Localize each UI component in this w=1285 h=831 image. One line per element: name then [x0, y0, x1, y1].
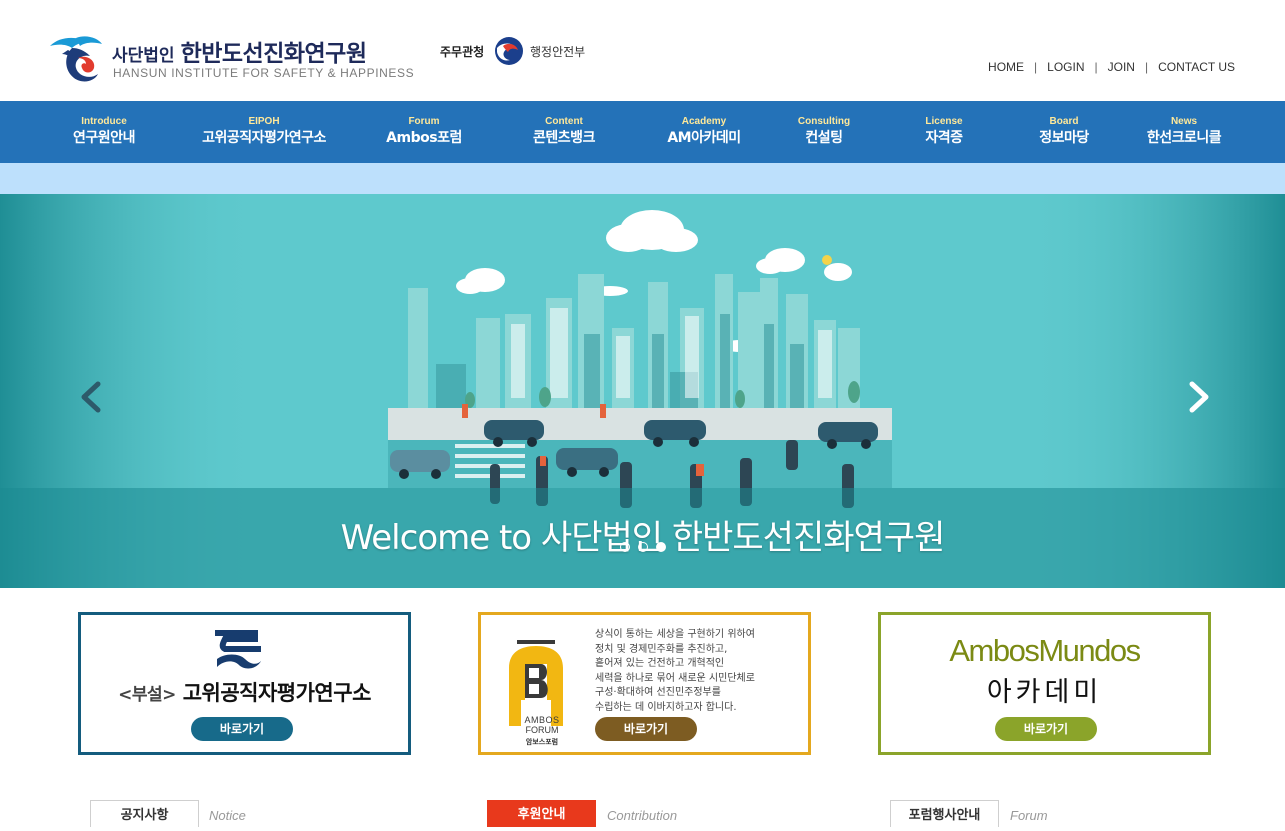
- description-line: 구성·확대하여 선진민주정부를: [595, 687, 721, 698]
- academy-banner[interactable]: AmbosMundos 아카데미 바로가기: [878, 612, 1211, 755]
- nav-item-en: Forum: [408, 116, 440, 127]
- ambos-forum-goto-button[interactable]: 바로가기: [595, 717, 697, 741]
- forum-logo-text: FORUM: [525, 725, 559, 735]
- description-line: 수립하는 데 이바지하고자 합니다.: [595, 701, 737, 713]
- eipoh-logo-icon: [215, 630, 261, 669]
- nav-item-license[interactable]: License 자격증: [925, 115, 963, 148]
- site-header: 사단법인 한반도선진화연구원 HANSUN INSTITUTE FOR SAFET…: [0, 0, 1285, 101]
- nav-item-ko: Ambos포럼: [386, 130, 462, 146]
- academy-title: AmbosMundos: [949, 633, 1141, 668]
- tab-contribution-en: Contribution: [607, 808, 678, 823]
- taeguk-logo-icon: [50, 36, 102, 82]
- slider-dot[interactable]: [638, 542, 648, 552]
- nav-item-ko: 정보마당: [1039, 130, 1089, 146]
- nav-item-eipoh[interactable]: EIPOH 고위공직자평가연구소: [202, 115, 326, 148]
- eipoh-goto-button[interactable]: 바로가기: [191, 717, 293, 741]
- eipoh-title-text: 고위공직자평가연구소: [182, 681, 372, 705]
- nav-item-ko: 연구원안내: [73, 130, 135, 146]
- eipoh-title: <부설> 고위공직자평가연구소: [81, 677, 408, 707]
- gov-name: 행정안전부: [530, 45, 586, 59]
- nav-item-ko: 자격증: [925, 130, 963, 146]
- main-navigation: Introduce 연구원안내 EIPOH 고위공직자평가연구소 Forum A…: [0, 101, 1285, 163]
- join-link[interactable]: JOIN: [1108, 60, 1135, 74]
- tab-forum-en: Forum: [1010, 808, 1048, 823]
- gov-prefix: 주무관청: [440, 45, 485, 59]
- nav-item-academy[interactable]: Academy AM아카데미: [667, 115, 741, 148]
- logo-korean-name: 사단법인 한반도선진화연구원: [112, 34, 367, 68]
- nav-item-forum[interactable]: Forum Ambos포럼: [386, 115, 462, 148]
- nav-item-board[interactable]: Board 정보마당: [1039, 115, 1089, 148]
- description-line: 세력을 하나로 묶어 새로운 시민단체로: [595, 672, 755, 684]
- nav-item-introduce[interactable]: Introduce 연구원안내: [73, 115, 135, 148]
- nav-item-en: EIPOH: [248, 116, 280, 127]
- home-link[interactable]: HOME: [988, 60, 1024, 74]
- nav-item-en: Board: [1049, 116, 1079, 127]
- tab-forum-events[interactable]: 포럼행사안내: [890, 800, 999, 827]
- slider-dot-active[interactable]: [656, 542, 666, 552]
- slider-dot[interactable]: [620, 542, 630, 552]
- util-separator: |: [1144, 60, 1149, 74]
- ambos-forum-banner[interactable]: AMBOS FORUM 암보스포럼 상식이 통하는 세상을 구현하기 위하여 정…: [478, 612, 811, 755]
- nav-item-ko: 콘텐츠뱅크: [533, 130, 595, 146]
- slider-pagination: [620, 542, 680, 554]
- government-emblem-icon: [495, 37, 523, 65]
- description-line: 상식이 통하는 세상을 구현하기 위하여: [595, 629, 755, 640]
- site-logo[interactable]: 사단법인 한반도선진화연구원 HANSUN INSTITUTE FOR SAFET…: [46, 30, 426, 85]
- ambos-logo-korean: 암보스포럼: [525, 738, 559, 746]
- ambos-forum-description: 상식이 통하는 세상을 구현하기 위하여 정치 및 경제민주화를 추진하고, 흩…: [595, 628, 805, 715]
- academy-subtitle: 아카데미: [986, 677, 1103, 708]
- nav-item-news[interactable]: News 한선크로니클: [1146, 115, 1222, 148]
- logo-english-name: HANSUN INSTITUTE FOR SAFETY & HAPPINESS: [113, 66, 415, 80]
- logo-big-text: 한반도선진화연구원: [180, 41, 367, 67]
- eipoh-banner[interactable]: <부설> 고위공직자평가연구소 바로가기: [78, 612, 411, 755]
- nav-item-en: Academy: [681, 116, 727, 127]
- utility-links: HOME | LOGIN | JOIN | CONTACT US: [988, 60, 1235, 74]
- nav-item-en: Content: [545, 116, 583, 127]
- tab-contribution[interactable]: 후원안내: [487, 800, 596, 827]
- nav-item-en: Introduce: [81, 116, 127, 127]
- hero-slider: Welcome to 사단법인 한반도선진화연구원: [0, 194, 1285, 588]
- logo-small-text: 사단법인: [112, 46, 175, 66]
- login-link[interactable]: LOGIN: [1047, 60, 1084, 74]
- eipoh-prefix: <부설>: [118, 685, 176, 705]
- nav-item-en: License: [925, 116, 963, 127]
- util-separator: |: [1034, 60, 1038, 74]
- slider-next-arrow-icon[interactable]: [1184, 380, 1214, 414]
- nav-item-ko: AM아카데미: [667, 130, 741, 146]
- nav-item-consulting[interactable]: Consulting 컨설팅: [798, 115, 850, 148]
- tab-notice-en: Notice: [209, 808, 246, 823]
- nav-item-content[interactable]: Content 콘텐츠뱅크: [533, 115, 595, 148]
- util-separator: |: [1094, 60, 1098, 74]
- sub-menu-bar: [0, 163, 1285, 194]
- ambos-logo-text: AMBOS: [524, 715, 560, 725]
- contact-us-link[interactable]: CONTACT US: [1158, 60, 1235, 74]
- nav-item-ko: 고위공직자평가연구소: [202, 130, 326, 146]
- nav-item-en: Consulting: [797, 116, 851, 127]
- description-line: 흩어져 있는 건전하고 개혁적인: [595, 658, 725, 669]
- slider-prev-arrow-icon[interactable]: [76, 380, 106, 414]
- nav-item-ko: 한선크로니클: [1146, 130, 1222, 146]
- nav-item-en: News: [1170, 116, 1198, 127]
- academy-goto-button[interactable]: 바로가기: [995, 717, 1097, 741]
- tab-notice[interactable]: 공지사항: [90, 800, 199, 827]
- nav-item-ko: 컨설팅: [805, 130, 843, 146]
- description-line: 정치 및 경제민주화를 추진하고,: [595, 643, 728, 655]
